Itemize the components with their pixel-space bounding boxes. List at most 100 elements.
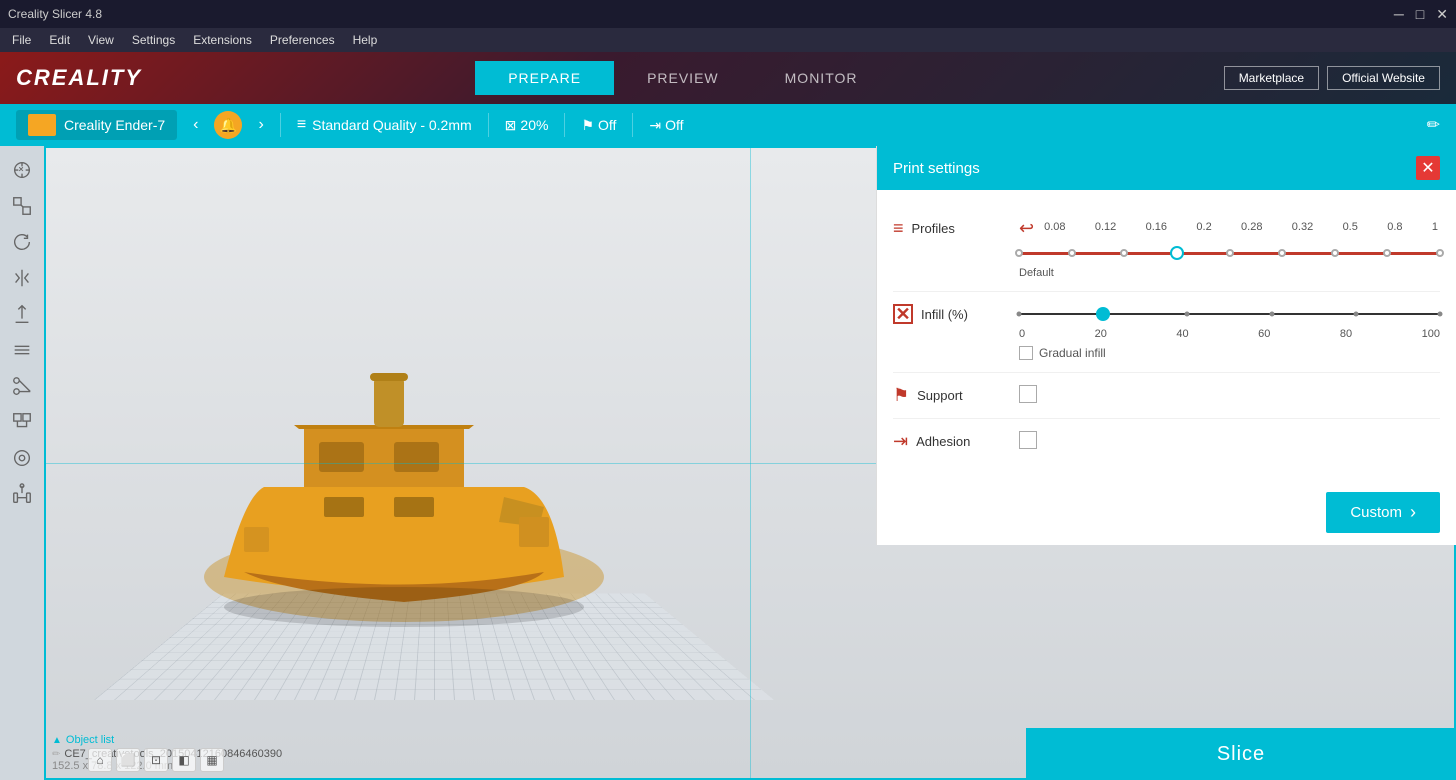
box-icon[interactable]: ⬜	[116, 748, 140, 772]
profile-val-8: 1	[1432, 221, 1438, 233]
infill-icon: ⊠	[505, 117, 517, 134]
sidebar-tool-scale[interactable]	[6, 190, 38, 222]
menu-preferences[interactable]: Preferences	[262, 31, 343, 49]
profile-val-5: 0.32	[1292, 221, 1313, 233]
official-website-button[interactable]: Official Website	[1327, 66, 1440, 90]
shield-icon[interactable]: 🔔	[214, 111, 242, 139]
support-label-group: ⚑ Support	[893, 385, 1003, 406]
panel-footer: Custom ›	[877, 480, 1456, 545]
panel-body: ≡ Profiles ↩ 0.08 0.12 0.16 0.2 0.28 0.3…	[877, 190, 1456, 480]
app-title: Creality Slicer 4.8	[8, 7, 1394, 21]
texture-icon[interactable]: ▦	[200, 748, 224, 772]
menubar: File Edit View Settings Extensions Prefe…	[0, 28, 1456, 52]
sidebar-tool-mirror[interactable]	[6, 262, 38, 294]
menu-view[interactable]: View	[80, 31, 122, 49]
slice-area: Slice	[1026, 728, 1456, 780]
sidebar-tool-move[interactable]	[6, 154, 38, 186]
menu-help[interactable]: Help	[345, 31, 386, 49]
separator4	[632, 113, 633, 137]
folder-icon	[28, 114, 56, 136]
home-icon[interactable]: ⌂	[88, 748, 112, 772]
edit-icon[interactable]: ✏	[1427, 115, 1440, 135]
profile-track	[1019, 252, 1440, 255]
sidebar-tool-seam[interactable]	[6, 442, 38, 474]
adhesion-value: Off	[665, 117, 683, 133]
infill-val-5: 100	[1422, 328, 1440, 340]
gradual-infill-row: Gradual infill	[1019, 346, 1440, 360]
sidebar-tool-layer[interactable]	[6, 334, 38, 366]
sidebar-tool-merge[interactable]	[6, 406, 38, 438]
gradual-infill-checkbox[interactable]	[1019, 346, 1033, 360]
marketplace-button[interactable]: Marketplace	[1224, 66, 1319, 90]
wireframe-icon[interactable]: ⊡	[144, 748, 168, 772]
infill-val-3: 60	[1258, 328, 1270, 340]
adhesion-checkbox[interactable]	[1019, 431, 1037, 449]
gradual-infill-label: Gradual infill	[1039, 346, 1106, 360]
toggle-arrow: ▲	[52, 735, 62, 746]
right-arrow[interactable]: ›	[258, 116, 263, 134]
panel-close-button[interactable]: ✕	[1416, 156, 1440, 180]
tab-monitor[interactable]: MONITOR	[752, 61, 891, 95]
tab-prepare[interactable]: PREPARE	[475, 61, 614, 95]
tab-preview[interactable]: PREVIEW	[614, 61, 752, 95]
printer-name: Creality Ender-7	[64, 117, 165, 133]
profiles-label: Profiles	[912, 221, 955, 236]
left-sidebar	[0, 146, 44, 780]
adhesion-label-group: ⇥ Adhesion	[893, 431, 1003, 452]
support-checkbox[interactable]	[1019, 385, 1037, 403]
quality-icon: ≡	[297, 116, 306, 134]
support-icon: ⚑	[581, 117, 594, 134]
menu-file[interactable]: File	[4, 31, 39, 49]
sidebar-tool-plugin[interactable]	[6, 478, 38, 510]
menu-settings[interactable]: Settings	[124, 31, 183, 49]
profile-val-7: 0.8	[1387, 221, 1402, 233]
infill-track	[1019, 313, 1440, 315]
shade-icon[interactable]: ◧	[172, 748, 196, 772]
left-arrow[interactable]: ‹	[193, 116, 198, 134]
object-list-toggle[interactable]: ▲ Object list	[52, 734, 282, 746]
object-list-label: Object list	[66, 734, 114, 746]
sidebar-tool-cut[interactable]	[6, 370, 38, 402]
sidebar-tool-rotate[interactable]	[6, 226, 38, 258]
adhesion-checkbox-group	[1019, 431, 1037, 449]
profiles-label-group: ≡ Profiles	[893, 218, 1003, 239]
infill-value: 20%	[520, 117, 548, 133]
infill-content: 0 20 40 60 80 100 Gradual infill	[1019, 304, 1440, 360]
adhesion-row: ⇥ Adhesion	[893, 419, 1440, 464]
infill-label-group: ✕ Infill (%)	[893, 304, 1003, 324]
support-selector[interactable]: ⚑ Off	[581, 117, 616, 134]
sidebar-tool-support[interactable]	[6, 298, 38, 330]
toolbar: Creality Ender-7 ‹ 🔔 › ≡ Standard Qualit…	[0, 104, 1456, 146]
infill-slider[interactable]	[1019, 304, 1440, 324]
menu-extensions[interactable]: Extensions	[185, 31, 260, 49]
profiles-row: ≡ Profiles ↩ 0.08 0.12 0.16 0.2 0.28 0.3…	[893, 206, 1440, 292]
printer-selector[interactable]: Creality Ender-7	[16, 110, 177, 140]
panel-header: Print settings ✕	[877, 146, 1456, 190]
profile-val-6: 0.5	[1343, 221, 1358, 233]
profiles-slider[interactable]	[1019, 243, 1440, 263]
slice-button[interactable]: Slice	[1026, 728, 1456, 780]
quality-selector[interactable]: ≡ Standard Quality - 0.2mm	[297, 116, 472, 134]
infill-label: Infill (%)	[921, 307, 968, 322]
adhesion-icon: ⇥	[649, 117, 661, 134]
infill-val-0: 0	[1019, 328, 1025, 340]
infill-icon: ✕	[893, 304, 913, 324]
infill-selector[interactable]: ⊠ 20%	[505, 117, 549, 134]
menu-edit[interactable]: Edit	[41, 31, 78, 49]
adhesion-selector[interactable]: ⇥ Off	[649, 117, 683, 134]
support-label: Support	[917, 388, 963, 403]
window-controls: ─ □ ✕	[1394, 6, 1448, 23]
close-button[interactable]: ✕	[1436, 6, 1448, 23]
quality-label: Standard Quality - 0.2mm	[312, 117, 472, 133]
custom-button[interactable]: Custom ›	[1326, 492, 1440, 533]
undo-icon[interactable]: ↩	[1019, 218, 1034, 239]
maximize-button[interactable]: □	[1416, 6, 1424, 23]
infill-row: ✕ Infill (%)	[893, 292, 1440, 373]
profiles-icon: ≡	[893, 218, 904, 239]
profile-val-0: 0.08	[1044, 221, 1065, 233]
main-content: ▲ Object list ✏ CE7_creativetools_201504…	[0, 146, 1456, 780]
support-value: Off	[598, 117, 616, 133]
3d-model	[144, 297, 664, 650]
minimize-button[interactable]: ─	[1394, 6, 1404, 23]
custom-button-label: Custom	[1350, 504, 1402, 521]
